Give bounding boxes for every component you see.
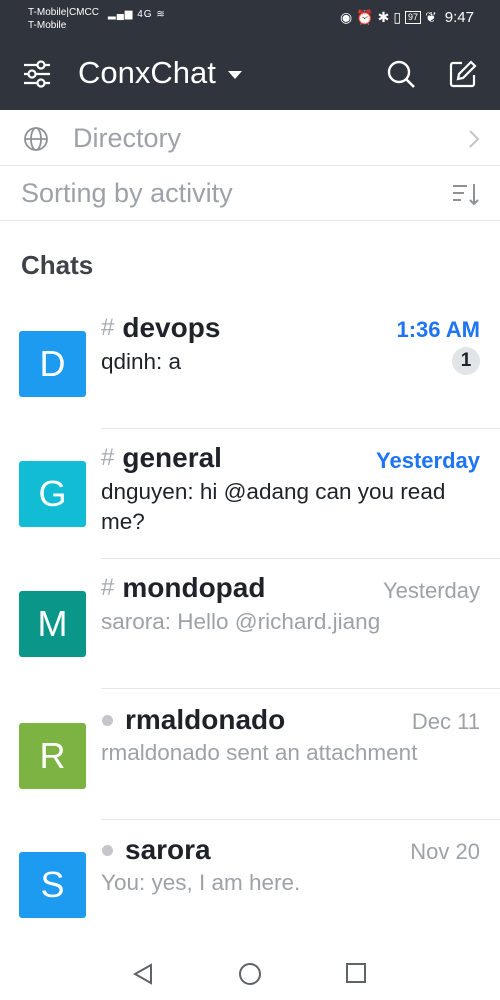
- divider: [101, 688, 500, 689]
- vibrate-icon: ▯: [393, 9, 402, 25]
- carrier-text: T-Mobile|CMCC T-Mobile: [28, 6, 99, 32]
- compose-icon[interactable]: [448, 59, 478, 89]
- bluetooth-icon: ✱: [377, 9, 390, 25]
- sort-icon: [453, 184, 479, 206]
- chat-preview: dnguyen: hi @adang can you read me?: [101, 479, 446, 534]
- sorting-row[interactable]: Sorting by activity: [0, 166, 500, 221]
- battery-level: 97: [408, 12, 419, 22]
- channel-hash-icon: #: [101, 574, 115, 601]
- chevron-down-icon: [227, 71, 242, 79]
- divider: [101, 428, 500, 429]
- leaf-icon: ❦: [425, 9, 437, 25]
- chat-item-rmaldonado[interactable]: R rmaldonado Dec 11 rmaldonado sent an a…: [0, 690, 500, 820]
- chat-time: 1:36 AM: [396, 317, 480, 342]
- avatar-letter: G: [38, 473, 67, 514]
- divider: [101, 558, 500, 559]
- unread-badge: 1: [452, 347, 480, 375]
- avatar: S: [19, 852, 86, 918]
- directory-label: Directory: [73, 123, 182, 153]
- chat-name: sarora: [125, 834, 211, 865]
- directory-row[interactable]: Directory: [0, 110, 500, 166]
- sliders-icon[interactable]: [22, 60, 52, 88]
- avatar-letter: S: [40, 864, 65, 905]
- status-time: 9:47: [444, 9, 474, 26]
- system-nav-bar: [0, 944, 500, 1000]
- chat-item-sarora[interactable]: S sarora Nov 20 You: yes, I am here.: [0, 820, 500, 950]
- channel-hash-icon: #: [101, 444, 115, 471]
- chat-preview: rmaldonado sent an attachment: [101, 740, 418, 765]
- chat-name: devops: [122, 312, 221, 343]
- carrier-line-2: T-Mobile: [28, 20, 67, 31]
- chat-item-mondopad[interactable]: M # mondopad Yesterday sarora: Hello @ri…: [0, 560, 500, 690]
- chat-time: Yesterday: [382, 578, 480, 603]
- chat-preview: sarora: Hello @richard.jiang: [101, 609, 381, 634]
- chat-preview: qdinh: a: [101, 349, 182, 374]
- eye-icon: ◉: [339, 9, 353, 25]
- chat-time: Dec 11: [411, 709, 480, 734]
- globe-icon: [24, 127, 48, 151]
- signal-bars-icon: ▂▄▆: [108, 9, 134, 20]
- app-title: ConxChat: [78, 55, 216, 90]
- alarm-icon: ⏰: [356, 9, 374, 25]
- carrier-line-1: T-Mobile|CMCC: [28, 7, 99, 18]
- battery-icon: 97: [405, 11, 422, 24]
- chat-item-devops[interactable]: D # devops 1:36 AM qdinh: a 1: [0, 300, 500, 430]
- avatar: M: [19, 591, 86, 657]
- avatar: R: [19, 723, 86, 789]
- status-bar: T-Mobile|CMCC T-Mobile ▂▄▆ 4G ≋ ◉ ⏰ ✱ ▯ …: [0, 0, 500, 37]
- chevron-right-icon: [469, 130, 480, 148]
- signal-icon: ▂▄▆ 4G ≋: [108, 9, 166, 20]
- status-dot-icon: [102, 714, 113, 726]
- app-header: ConxChat: [0, 37, 500, 110]
- avatar: D: [19, 331, 86, 397]
- server-switcher[interactable]: ConxChat: [78, 54, 242, 92]
- avatar-letter: R: [39, 735, 66, 776]
- avatar-letter: M: [37, 603, 68, 644]
- chat-name: rmaldonado: [125, 704, 286, 735]
- wifi-icon: ≋: [156, 9, 166, 20]
- status-dot-icon: [102, 844, 113, 856]
- chats-section-title: Chats: [21, 250, 94, 280]
- chat-item-general[interactable]: G # general Yesterday dnguyen: hi @adang…: [0, 430, 500, 560]
- recents-icon[interactable]: [345, 963, 367, 985]
- search-icon[interactable]: [386, 59, 416, 89]
- network-type: 4G: [137, 9, 153, 20]
- avatar-letter: D: [39, 343, 66, 384]
- channel-hash-icon: #: [101, 314, 115, 341]
- chat-name: general: [122, 442, 222, 473]
- back-icon[interactable]: [132, 963, 154, 985]
- chat-time: Nov 20: [410, 839, 480, 864]
- sorting-label: Sorting by activity: [21, 178, 233, 208]
- status-icons: ◉ ⏰ ✱ ▯ 97 ❦ 9:47: [340, 9, 474, 26]
- chat-preview: You: yes, I am here.: [101, 870, 301, 895]
- avatar: G: [19, 461, 86, 527]
- home-icon[interactable]: [238, 963, 262, 987]
- chat-time: Yesterday: [376, 448, 480, 473]
- chat-name: mondopad: [122, 572, 266, 603]
